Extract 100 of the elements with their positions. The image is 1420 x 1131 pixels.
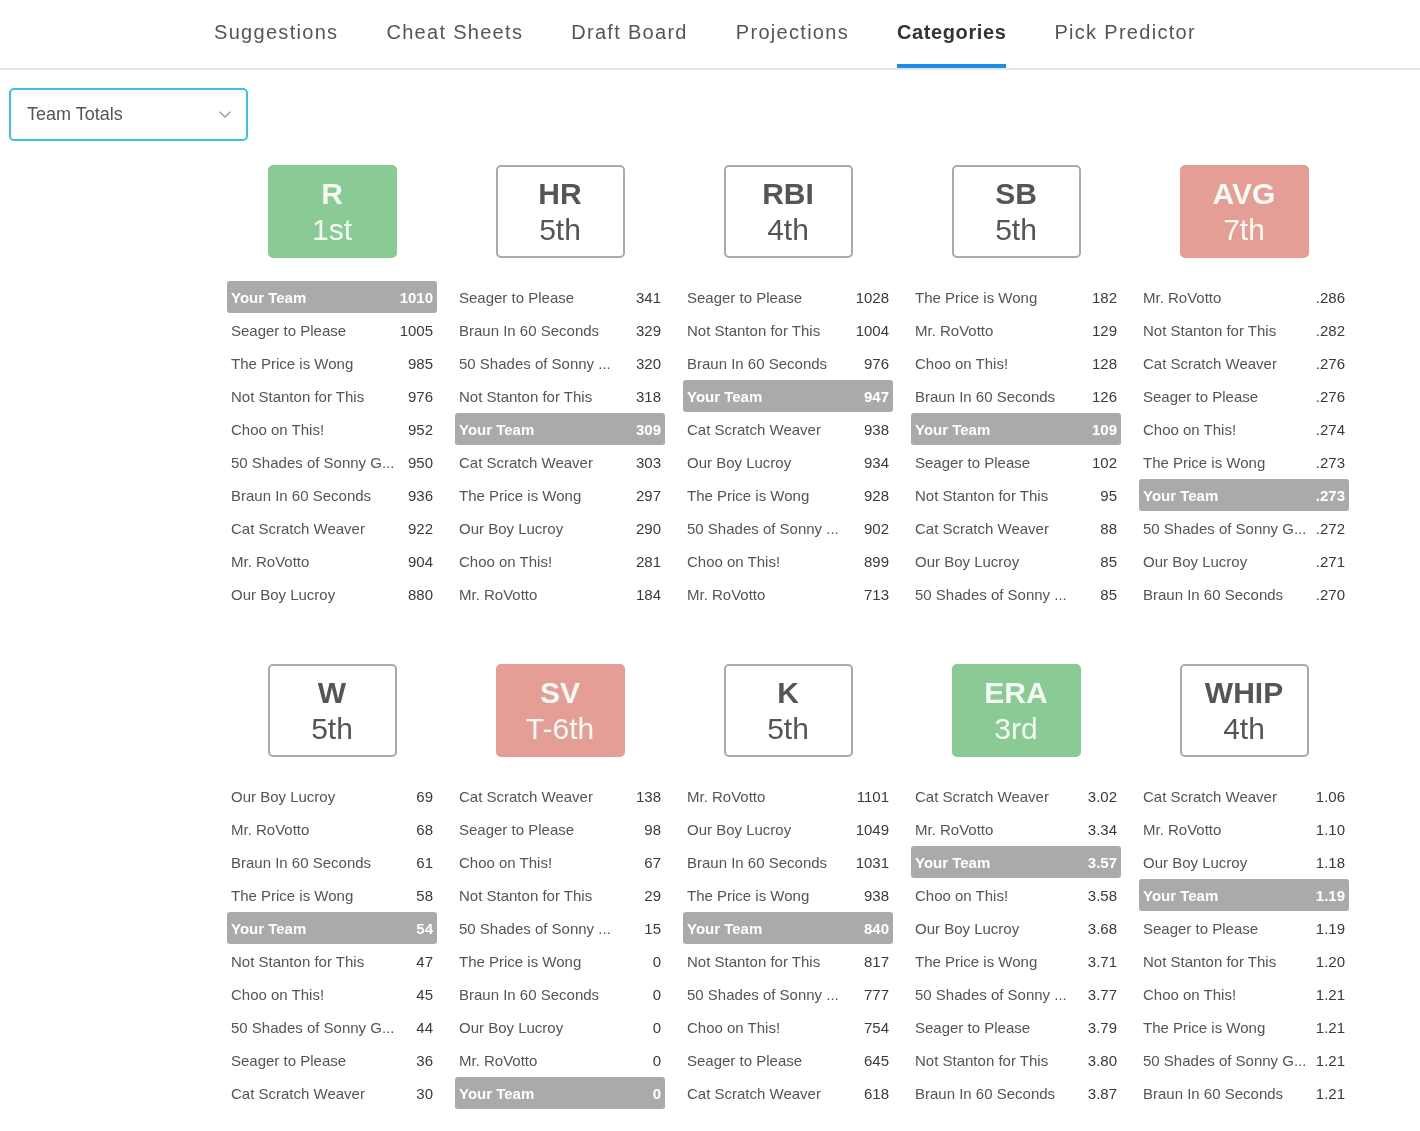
nav-tab[interactable]: Pick Predictor [1054,0,1196,68]
team-value: 618 [863,1084,889,1102]
team-value: 128 [1091,354,1117,372]
team-name: Mr. RoVotto [1143,820,1222,838]
team-value: 129 [1091,321,1117,339]
team-value: 61 [416,853,433,871]
team-value: 297 [635,486,661,504]
team-name: Seager to Please [459,288,575,306]
team-name: Cat Scratch Weaver [915,787,1049,805]
team-value: 0 [652,985,661,1003]
team-value: 1049 [855,820,889,838]
view-dropdown[interactable]: Team Totals [9,88,248,141]
team-name: 50 Shades of Sonny ... [915,985,1067,1003]
team-name: Braun In 60 Seconds [231,853,372,871]
team-name: Cat Scratch Weaver [687,420,821,438]
team-name: Cat Scratch Weaver [1143,787,1277,805]
category-rank: 7th [1223,211,1265,248]
team-value: 281 [635,552,661,570]
team-value: 985 [407,354,433,372]
team-value: 1.19 [1315,886,1345,904]
team-name: Choo on This! [687,1018,781,1036]
team-name: Mr. RoVotto [687,787,766,805]
team-value: 303 [635,453,661,471]
category-rank: 3rd [994,710,1038,747]
team-name: Mr. RoVotto [915,321,994,339]
team-value: 1.21 [1315,1084,1345,1102]
team-value: 329 [635,321,661,339]
team-name: Cat Scratch Weaver [915,519,1049,537]
team-value: 15 [644,919,661,937]
team-value: .271 [1315,552,1345,570]
team-name: 50 Shades of Sonny ... [459,354,611,372]
team-name: Our Boy Lucroy [231,787,336,805]
category-name: HR [538,175,582,212]
chevron-down-icon [219,111,231,118]
team-name: Mr. RoVotto [915,820,994,838]
team-name: The Price is Wong [1143,1018,1266,1036]
team-name: Cat Scratch Weaver [687,1084,821,1102]
team-value: 1010 [399,288,433,306]
team-value: 904 [407,552,433,570]
team-name: Braun In 60 Seconds [1143,1084,1284,1102]
team-name: Seager to Please [231,321,347,339]
team-value: 3.58 [1087,886,1117,904]
team-value: .272 [1315,519,1345,537]
team-value: 58 [416,886,433,904]
team-name: Not Stanton for This [915,1051,1049,1069]
team-value: 109 [1091,420,1117,438]
category-name: SV [540,674,580,711]
team-name: Our Boy Lucroy [231,585,336,603]
team-value: 1.18 [1315,853,1345,871]
team-value: 1101 [856,787,889,805]
team-name: Mr. RoVotto [231,820,310,838]
team-value: 976 [407,387,433,405]
team-value: .282 [1315,321,1345,339]
nav-tab[interactable]: Categories [897,0,1007,68]
team-value: 0 [652,1018,661,1036]
team-name: Mr. RoVotto [459,585,538,603]
team-value: 290 [635,519,661,537]
team-value: 928 [863,486,889,504]
team-value: 952 [407,420,433,438]
category-rank: 1st [312,211,352,248]
team-value: 1.10 [1315,820,1345,838]
category-name: K [777,674,799,711]
team-value: 922 [407,519,433,537]
team-name: 50 Shades of Sonny G... [231,1018,395,1036]
team-value: 950 [407,453,433,471]
team-name: Your Team [231,288,307,306]
team-name: The Price is Wong [687,886,810,904]
team-name: Choo on This! [1143,420,1237,438]
team-name: Our Boy Lucroy [459,519,564,537]
nav-tab[interactable]: Draft Board [571,0,688,68]
team-value: 0 [652,952,661,970]
team-value: 1.21 [1315,985,1345,1003]
category-rank: 5th [539,211,581,248]
team-value: 3.34 [1087,820,1117,838]
team-name: Our Boy Lucroy [915,552,1020,570]
team-name: Our Boy Lucroy [687,453,792,471]
team-name: The Price is Wong [231,354,354,372]
team-name: Not Stanton for This [915,486,1049,504]
team-value: 45 [416,985,433,1003]
team-name: Choo on This! [1143,985,1237,1003]
team-value: 1004 [855,321,889,339]
team-name: Our Boy Lucroy [915,919,1020,937]
team-value: 29 [644,886,661,904]
category-rank: 5th [311,710,353,747]
team-name: Our Boy Lucroy [687,820,792,838]
nav-tab[interactable]: Suggestions [214,0,339,68]
nav-tab[interactable]: Projections [735,0,850,68]
team-value: 85 [1100,552,1117,570]
nav-tab[interactable]: Cheat Sheets [386,0,524,68]
team-value: 777 [863,985,889,1003]
team-value: .273 [1315,453,1345,471]
team-name: Braun In 60 Seconds [687,853,828,871]
team-value: 1.21 [1315,1051,1345,1069]
team-value: 30 [416,1084,433,1102]
team-name: 50 Shades of Sonny ... [915,585,1067,603]
team-value: 67 [644,853,661,871]
team-name: Mr. RoVotto [1143,288,1222,306]
team-value: 0 [652,1084,661,1102]
team-name: Braun In 60 Seconds [915,387,1056,405]
team-name: Choo on This! [231,985,325,1003]
